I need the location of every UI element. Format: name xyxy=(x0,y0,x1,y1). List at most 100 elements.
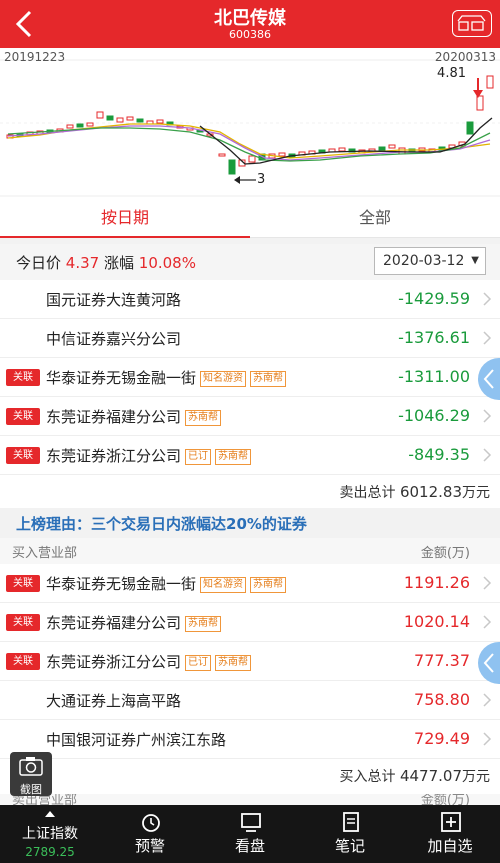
related-badge: 关联 xyxy=(6,369,40,386)
candle xyxy=(86,122,94,127)
related-badge: 关联 xyxy=(6,614,40,631)
broker-name: 华泰证券无锡金融一街 知名游资 苏南帮 xyxy=(46,367,287,388)
chart-end-date: 20200313 xyxy=(434,50,496,64)
broker-tag: 苏南帮 xyxy=(215,449,252,465)
broker-tag: 苏南帮 xyxy=(250,371,287,387)
broker-row[interactable]: 中国银河证券广州滨江东路 729.49 xyxy=(0,720,500,759)
broker-row[interactable]: 关联 华泰证券无锡金融一街 知名游资 苏南帮 1191.26 xyxy=(0,564,500,603)
note-icon xyxy=(343,812,359,832)
partial-header: 卖出营业部 金额(万) xyxy=(0,794,500,805)
tab-all[interactable]: 全部 xyxy=(250,198,500,238)
nav-watch[interactable]: 看盘 xyxy=(200,805,300,863)
broker-name-text: 中国银河证券广州滨江东路 xyxy=(46,731,227,749)
chevron-right-icon xyxy=(483,409,492,423)
broker-name-text: 大通证券上海高平路 xyxy=(46,692,182,710)
broker-row[interactable]: 关联 东莞证券浙江分公司 已订 苏南帮 -849.35 xyxy=(0,436,500,475)
broker-name: 大通证券上海高平路 xyxy=(46,690,181,711)
price-line: 今日价 4.37 涨幅 10.08% xyxy=(16,252,196,273)
tab-bar: 按日期 全部 xyxy=(0,198,500,239)
side-expand-handle-1[interactable] xyxy=(478,358,500,400)
partial-header-right: 金额(万) xyxy=(420,794,470,805)
broker-amount: 729.49 xyxy=(414,729,470,748)
broker-name: 国元证券大连黄河路 xyxy=(46,289,181,310)
candle xyxy=(66,124,74,129)
candle xyxy=(106,115,114,121)
candle xyxy=(116,117,124,123)
chevron-right-icon xyxy=(483,448,492,462)
nav-add-watchlist-label: 加自选 xyxy=(427,837,473,855)
buy-total-unit: 万元 xyxy=(462,769,490,785)
nav-index-label: 上证指数 xyxy=(22,826,78,842)
nav-alert[interactable]: 预警 xyxy=(100,805,200,863)
candle xyxy=(126,116,134,121)
nav-add-watchlist[interactable]: 加自选 xyxy=(400,805,500,863)
chevron-left-icon xyxy=(483,653,494,673)
broker-tag: 苏南帮 xyxy=(215,655,252,671)
broker-name-text: 东莞证券福建分公司 xyxy=(46,408,182,426)
candle xyxy=(156,119,164,124)
broker-amount: -1046.29 xyxy=(398,406,470,425)
candle xyxy=(136,118,144,123)
nav-notes[interactable]: 笔记 xyxy=(300,805,400,863)
related-badge: 关联 xyxy=(6,408,40,425)
broker-tag: 苏南帮 xyxy=(185,410,222,426)
broker-amount: -1376.61 xyxy=(398,328,470,347)
broker-row[interactable]: 关联 东莞证券浙江分公司 已订 苏南帮 777.37 xyxy=(0,642,500,681)
change-value: 10.08% xyxy=(138,254,196,272)
plus-box-icon xyxy=(441,812,461,832)
nav-watch-label: 看盘 xyxy=(234,837,265,855)
broker-amount: 758.80 xyxy=(414,690,470,709)
kline-svg xyxy=(0,59,500,197)
buy-column-header: 买入营业部 金额(万) xyxy=(0,538,500,564)
date-select-value: 2020-03-12 xyxy=(383,253,465,269)
chevron-right-icon xyxy=(483,693,492,707)
broker-name-text: 中信证券嘉兴分公司 xyxy=(46,330,182,348)
chart-start-date: 20191223 xyxy=(4,50,66,64)
broker-amount: -1311.00 xyxy=(398,367,470,386)
chart-high-label: 4.81 xyxy=(437,66,466,81)
chevron-right-icon xyxy=(483,292,492,306)
nav-index[interactable]: 上证指数 2789.25 xyxy=(0,805,100,863)
candle xyxy=(388,144,396,149)
screenshot-button[interactable]: 截图 xyxy=(10,752,52,796)
broker-name: 华泰证券无锡金融一街 知名游资 苏南帮 xyxy=(46,573,287,594)
date-select[interactable]: 2020-03-12 ▼ xyxy=(374,247,486,275)
price-value: 4.37 xyxy=(65,254,100,272)
chevron-right-icon xyxy=(483,615,492,629)
broker-amount: -1429.59 xyxy=(398,289,470,308)
caret-up-icon xyxy=(45,811,55,817)
kline-chart[interactable]: 20191223 20200313 4.81 3 xyxy=(0,48,500,198)
candle xyxy=(96,111,104,119)
broker-row[interactable]: 中信证券嘉兴分公司 -1376.61 xyxy=(0,319,500,358)
nav-alert-label: 预警 xyxy=(134,837,165,855)
candle xyxy=(338,147,346,152)
broker-name-text: 东莞证券福建分公司 xyxy=(46,614,182,632)
candle xyxy=(466,121,474,135)
broker-row[interactable]: 关联 华泰证券无锡金融一街 知名游资 苏南帮 -1311.00 xyxy=(0,358,500,397)
tab-by-date[interactable]: 按日期 xyxy=(0,198,250,239)
broker-row[interactable]: 关联 东莞证券福建分公司 苏南帮 1020.14 xyxy=(0,603,500,642)
broker-row[interactable]: 关联 东莞证券福建分公司 苏南帮 -1046.29 xyxy=(0,397,500,436)
broker-name: 中信证券嘉兴分公司 xyxy=(46,328,181,349)
nav-index-value: 2789.25 xyxy=(25,845,75,859)
broker-name-text: 国元证券大连黄河路 xyxy=(46,291,182,309)
broker-tag: 已订 xyxy=(185,655,212,671)
candle xyxy=(218,153,226,157)
broker-amount: 777.37 xyxy=(414,651,470,670)
buy-total-label: 买入总计 xyxy=(339,769,396,785)
broker-tag: 苏南帮 xyxy=(250,577,287,593)
page-title: 北巴传媒 xyxy=(214,8,286,29)
broker-row[interactable]: 国元证券大连黄河路 -1429.59 xyxy=(0,280,500,319)
candle xyxy=(278,152,286,157)
broker-name-text: 东莞证券浙江分公司 xyxy=(46,653,182,671)
chevron-left-icon xyxy=(483,369,494,389)
store-button[interactable] xyxy=(452,10,492,37)
change-label: 涨幅 xyxy=(103,254,134,272)
chevron-right-icon xyxy=(483,331,492,345)
broker-row[interactable]: 大通证券上海高平路 758.80 xyxy=(0,681,500,720)
buy-total: 买入总计 4477.07万元 xyxy=(340,766,490,786)
side-expand-handle-2[interactable] xyxy=(478,642,500,684)
chart-low-label: 3 xyxy=(257,172,266,187)
buy-header-left: 买入营业部 xyxy=(12,546,78,561)
alarm-clock-icon xyxy=(142,814,160,832)
